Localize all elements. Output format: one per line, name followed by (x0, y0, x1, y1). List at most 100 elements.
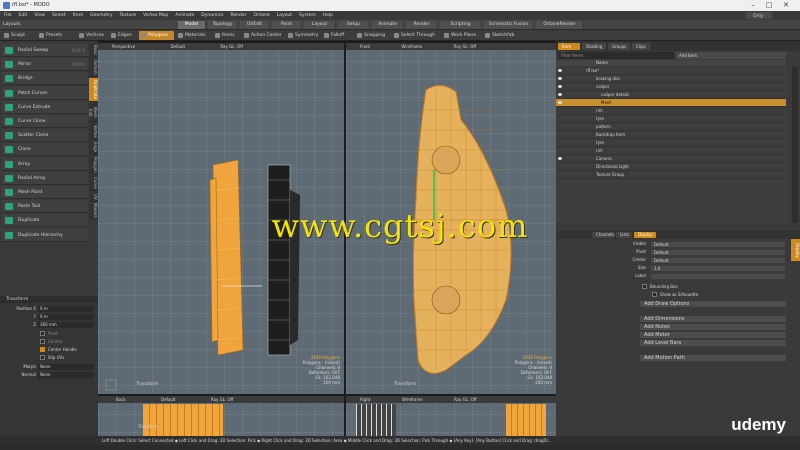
position-x-field[interactable]: 0 m (38, 306, 94, 312)
visibility-eye-icon[interactable] (558, 157, 562, 160)
add-motion-path-button[interactable]: Add Motion Path (640, 355, 786, 361)
right-shade-label[interactable]: Wireframe (402, 397, 423, 402)
items-tab-shading[interactable]: Shading (582, 43, 606, 50)
visibility-eye-icon[interactable] (558, 77, 562, 80)
silhouette-checkbox[interactable] (652, 292, 657, 297)
layout-tab-setup[interactable]: Setup (338, 21, 370, 29)
visibility-eye-icon[interactable] (558, 93, 562, 96)
select-through-button[interactable]: Select Through (392, 31, 440, 40)
tool-array[interactable]: Array (2, 157, 88, 171)
falloff-button[interactable]: Falloff (322, 31, 352, 40)
layout-tab-model[interactable]: Model (178, 21, 206, 29)
add-draw-options-button[interactable]: Add Draw Options (640, 301, 786, 307)
presets-button[interactable]: Presets (37, 31, 67, 40)
layouts-label[interactable]: Layouts (3, 21, 21, 29)
snapping-button[interactable]: Snapping (355, 31, 389, 40)
add-meter-button[interactable]: Add Meter (640, 332, 786, 338)
position-y-field[interactable]: 0 m (38, 314, 94, 320)
item-row[interactable]: Backdrop Item (556, 131, 786, 139)
perspective-ray-label[interactable]: Ray GL: Off (220, 44, 243, 49)
layout-tab-render[interactable]: Render (406, 21, 438, 29)
layout-tab-scripting[interactable]: Scripting (440, 21, 482, 29)
menu-item-select[interactable]: Select (52, 13, 66, 18)
prop-value-select[interactable] (651, 273, 785, 279)
sculpt-button[interactable]: Sculpt (2, 31, 32, 40)
center-handle-checkbox[interactable] (40, 347, 45, 352)
menu-item-texture[interactable]: Texture (120, 13, 136, 18)
item-row[interactable]: braking disc (556, 75, 786, 83)
item-row[interactable]: rim (556, 107, 786, 115)
slip-uvs-checkbox[interactable] (40, 355, 45, 360)
vtab-duplicate[interactable]: Duplicate (89, 78, 98, 102)
menu-item-vertex-map[interactable]: Vertex Map (143, 13, 168, 18)
name-column-header[interactable]: Name (556, 60, 786, 66)
menu-item-file[interactable]: File (4, 13, 12, 18)
prop-value-select[interactable]: 1.0 (651, 265, 785, 271)
vtab-polygon[interactable]: Polygon (89, 156, 98, 174)
bounding-box-checkbox[interactable] (642, 284, 647, 289)
tool-patch-curves[interactable]: Patch Curves (2, 86, 88, 100)
item-row[interactable]: Camera (556, 155, 786, 163)
perspective-view-label[interactable]: Perspective (112, 44, 135, 49)
only-toggle[interactable]: Only (746, 12, 772, 19)
position-z-field[interactable]: 360 mm (38, 322, 94, 328)
layout-tab-schematic-fusion[interactable]: Schematic Fusion (484, 21, 534, 29)
menu-item-layout[interactable]: Layout (277, 13, 292, 18)
menu-item-system[interactable]: System (299, 13, 316, 18)
right-ray-label[interactable]: Ray GL: Off (454, 397, 477, 402)
tool-curve-clone[interactable]: Curve Clone (2, 115, 88, 128)
visibility-eye-icon[interactable] (558, 101, 562, 104)
item-row[interactable]: Directional Light (556, 163, 786, 171)
tool-mesh-paint[interactable]: Mesh Paint (2, 186, 88, 199)
vtab-deform[interactable]: Deform (89, 59, 98, 77)
vtab-edge[interactable]: Edge (89, 141, 98, 155)
pivot-checkbox[interactable] (40, 331, 45, 336)
item-row[interactable]: Texture Group (556, 171, 786, 179)
close-icon[interactable]: ✕ (781, 1, 791, 10)
menu-item-edit[interactable]: Edit (19, 13, 28, 18)
menu-item-render[interactable]: Render (230, 13, 246, 18)
layout-tab-uvedit[interactable]: UVEdit (240, 21, 270, 29)
tool-radial-array[interactable]: Radial Array (2, 171, 88, 185)
morph-select[interactable]: None (38, 364, 94, 370)
visibility-eye-icon[interactable] (558, 85, 562, 88)
layout-tab-topology[interactable]: Topology (208, 21, 238, 29)
vtab-mesh-edit[interactable]: Mesh Edit (88, 103, 98, 123)
tool-bridge[interactable]: Bridge (2, 72, 88, 86)
tool-clone[interactable]: Clone (2, 143, 88, 157)
item-list-scrollbar[interactable] (792, 67, 798, 223)
tool-scatter-clone[interactable]: Scatter Clone (2, 129, 88, 143)
maximize-icon[interactable]: □ (764, 1, 774, 10)
menu-item-view[interactable]: View (34, 13, 45, 18)
item-row[interactable]: pattern (556, 123, 786, 131)
prop-value-select[interactable]: Default (651, 257, 785, 263)
item-row[interactable]: caliper details (556, 91, 786, 99)
minimize-icon[interactable]: – (748, 1, 758, 10)
prop-value-select[interactable]: Default (651, 249, 785, 255)
vtab-basic[interactable]: Basic (89, 44, 98, 58)
perspective-shade-label[interactable]: Default (170, 44, 185, 49)
back-shade-label[interactable]: Default (161, 397, 176, 402)
right-viewport[interactable]: Right Wireframe Ray GL: Off (346, 396, 556, 436)
polygons-button[interactable]: Polygons (139, 31, 174, 40)
menu-item-help[interactable]: Help (323, 13, 333, 18)
layout-tab-paint[interactable]: Paint (272, 21, 302, 29)
menu-item-dynamics[interactable]: Dynamics (201, 13, 223, 18)
add-level-bars-button[interactable]: Add Level Bars (640, 340, 786, 346)
vtab-curve[interactable]: Curve (89, 175, 98, 191)
item-row[interactable]: tyre (556, 139, 786, 147)
front-view-label[interactable]: Front (360, 44, 370, 49)
menu-item-item[interactable]: Item (73, 13, 83, 18)
add-dimensions-button[interactable]: Add Dimensions (640, 316, 786, 322)
front-ray-label[interactable]: Ray GL: Off (454, 44, 477, 49)
items-tab-groups[interactable]: Groups (608, 43, 630, 50)
back-view-label[interactable]: Back (116, 397, 126, 402)
item-row[interactable]: tyre (556, 115, 786, 123)
item-row[interactable]: caliper (556, 83, 786, 91)
work-plane-button[interactable]: Work Plane (442, 31, 480, 40)
items-tab-item-list[interactable]: Item List (558, 43, 580, 56)
back-ray-label[interactable]: Ray GL: Off (211, 397, 234, 402)
item-row[interactable]: Mesh (556, 99, 786, 107)
item-row[interactable]: rfl.lxo* (556, 67, 786, 75)
tool-radial-sweep[interactable]: Radial Sweep Shift-Z (2, 44, 88, 57)
